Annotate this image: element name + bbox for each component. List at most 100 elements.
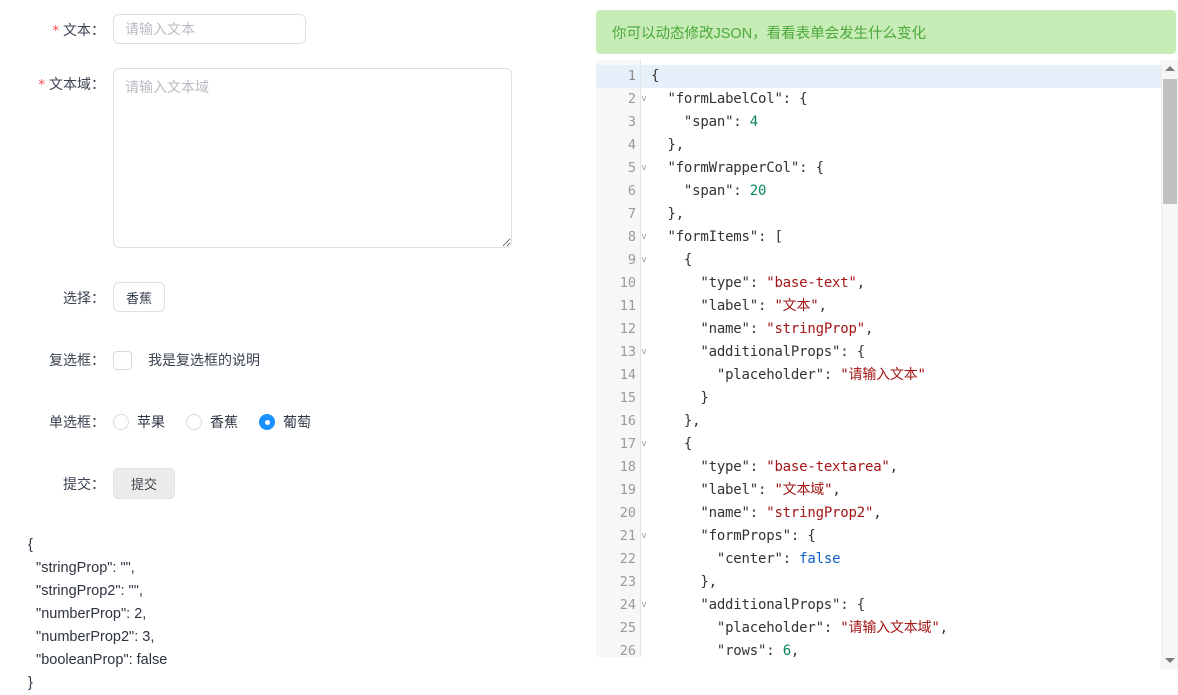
- code-token-punc: {: [683, 252, 693, 268]
- select-dropdown[interactable]: 香蕉: [113, 282, 166, 312]
- radio-dot-checked-icon[interactable]: [259, 414, 275, 430]
- form-row-radio: 单选框： 苹果 香蕉 葡萄: [0, 406, 590, 438]
- line-number: 24 v: [596, 594, 647, 617]
- code-line[interactable]: "additionalProps": {: [651, 594, 1178, 617]
- radio-dot-icon[interactable]: [186, 414, 202, 430]
- radio-option-label: 葡萄: [283, 414, 311, 430]
- code-content[interactable]: { "formLabelCol": { "span": 4 }, "formWr…: [641, 60, 1178, 657]
- line-number: 2v: [596, 88, 647, 111]
- code-line[interactable]: },: [651, 203, 1178, 226]
- line-number: 16: [619, 413, 636, 429]
- code-token-str: "base-text": [766, 275, 857, 291]
- line-number: 4: [627, 137, 636, 153]
- form-label-submit: 提交：: [0, 468, 113, 500]
- code-token-num: 6: [782, 643, 791, 657]
- form-label-select: 选择：: [0, 282, 113, 314]
- line-number: 20: [619, 505, 636, 521]
- code-token-punc: : {: [790, 528, 816, 544]
- line-number: 1v: [596, 65, 647, 88]
- radio-dot-icon[interactable]: [113, 414, 129, 430]
- code-line[interactable]: "span": 4: [651, 111, 1178, 134]
- radio-option[interactable]: 葡萄: [259, 412, 311, 432]
- required-asterisk-textarea: *: [38, 77, 46, 93]
- code-token-punc: :: [823, 620, 841, 636]
- code-line[interactable]: },: [651, 410, 1178, 433]
- editor-banner-text: 你可以动态修改JSON，看看表单会发生什么变化: [612, 25, 927, 42]
- line-number: 13 v: [596, 341, 647, 364]
- code-line[interactable]: "formItems": [: [651, 226, 1178, 249]
- code-token-punc: : {: [840, 597, 865, 613]
- code-token-punc: },: [667, 206, 684, 222]
- code-line[interactable]: "formProps": {: [651, 525, 1178, 548]
- code-token-key: "formWrapperCol": [667, 160, 800, 176]
- editor-vertical-scrollbar[interactable]: [1161, 60, 1178, 669]
- scrollbar-thumb[interactable]: [1163, 79, 1177, 204]
- code-line[interactable]: "type": "base-text",: [651, 272, 1178, 295]
- line-number: 11: [619, 298, 636, 314]
- required-asterisk-text: *: [52, 23, 60, 39]
- code-line[interactable]: "name": "stringProp2",: [651, 502, 1178, 525]
- line-number: 10: [619, 275, 636, 291]
- line-number: 12: [619, 321, 636, 337]
- code-token-punc: ,: [889, 459, 898, 475]
- code-token-punc: ,: [790, 643, 800, 657]
- code-line[interactable]: "formWrapperCol": {: [651, 157, 1178, 180]
- form-model-preview: { "stringProp": "", "stringProp2": "", "…: [28, 537, 168, 691]
- code-token-key: "rows": [716, 643, 767, 657]
- checkbox-input[interactable]: [113, 350, 132, 370]
- code-line[interactable]: "label": "文本",: [651, 295, 1178, 318]
- code-token-punc: : {: [840, 344, 865, 360]
- code-line[interactable]: "center": false: [651, 548, 1178, 571]
- code-line[interactable]: }: [651, 387, 1178, 410]
- code-token-str: "文本域": [774, 482, 833, 498]
- code-token-punc: :: [757, 482, 775, 498]
- scroll-down-arrow-icon[interactable]: [1162, 652, 1178, 669]
- textarea-input[interactable]: [113, 68, 512, 248]
- code-line[interactable]: {: [651, 433, 1178, 456]
- label-colon: ：: [91, 22, 105, 38]
- code-token-key: "span": [683, 183, 734, 199]
- code-line[interactable]: {: [641, 65, 1178, 88]
- code-line[interactable]: "span": 20: [651, 180, 1178, 203]
- code-line[interactable]: "name": "stringProp",: [651, 318, 1178, 341]
- code-line[interactable]: "label": "文本域",: [651, 479, 1178, 502]
- code-token-punc: ,: [818, 298, 827, 314]
- code-token-key: "type": [700, 275, 750, 291]
- code-line[interactable]: {: [651, 249, 1178, 272]
- code-token-num: 4: [749, 114, 758, 130]
- form-row-checkbox: 复选框： 我是复选框的说明: [0, 344, 590, 376]
- scroll-up-arrow-icon[interactable]: [1162, 60, 1178, 77]
- line-number: 9v: [596, 249, 647, 272]
- code-token-key: "span": [683, 114, 734, 130]
- text-input[interactable]: [113, 14, 306, 44]
- editor-banner: 你可以动态修改JSON，看看表单会发生什么变化: [596, 10, 1176, 54]
- code-line[interactable]: "formLabelCol": {: [651, 88, 1178, 111]
- radio-option[interactable]: 香蕉: [186, 412, 238, 432]
- code-line[interactable]: },: [651, 571, 1178, 594]
- line-number: 5v: [596, 157, 647, 180]
- code-line[interactable]: "rows": 6,: [651, 640, 1178, 657]
- line-number: 18: [619, 459, 636, 475]
- code-line[interactable]: },: [651, 134, 1178, 157]
- code-token-punc: :: [749, 321, 767, 337]
- submit-button[interactable]: 提交: [113, 468, 175, 499]
- code-line[interactable]: "additionalProps": {: [651, 341, 1178, 364]
- code-line[interactable]: "placeholder": "请输入文本域",: [651, 617, 1178, 640]
- form-label-select-value: 选择: [63, 290, 91, 306]
- radio-option[interactable]: 苹果: [113, 412, 165, 432]
- form-control-textarea: [113, 68, 590, 248]
- form-control-select: 香蕉: [113, 282, 590, 312]
- code-editor[interactable]: 1v2v 3 4 5v 6 7 8v9v 10 11 12 13v 14 15 16 17v 18 19 20 21…: [596, 60, 1178, 657]
- code-line[interactable]: "placeholder": "请输入文本": [651, 364, 1178, 387]
- code-token-str: "请输入文本域": [840, 620, 940, 636]
- code-line[interactable]: "type": "base-textarea",: [651, 456, 1178, 479]
